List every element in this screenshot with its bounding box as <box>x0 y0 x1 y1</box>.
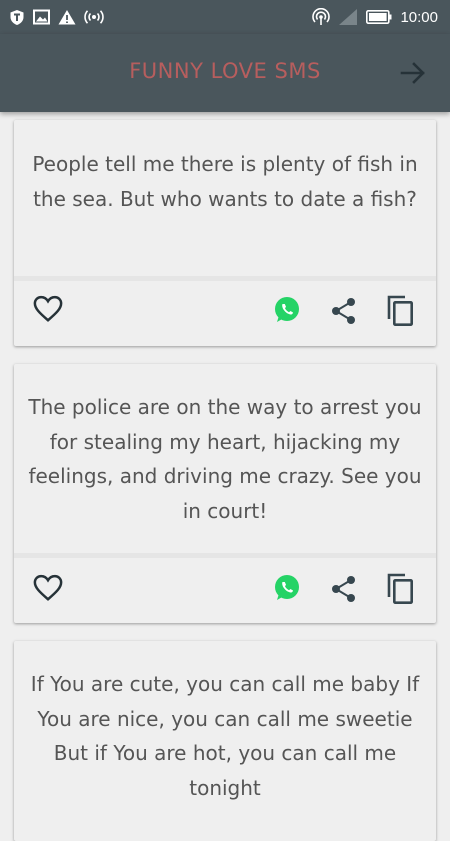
app-bar: FUNNY LOVE SMS <box>0 34 450 112</box>
whatsapp-icon[interactable] <box>272 573 302 603</box>
broadcast-icon <box>84 10 104 24</box>
whatsapp-icon[interactable] <box>272 295 302 325</box>
message-text: If You are cute, you can call me baby If… <box>30 672 420 800</box>
signal-icon <box>339 9 358 25</box>
share-icon[interactable] <box>330 575 358 603</box>
image-icon <box>33 9 50 25</box>
heart-icon[interactable] <box>33 574 63 602</box>
card-actions <box>14 281 436 343</box>
message-text: The police are on the way to arrest you … <box>28 395 422 523</box>
message-card: The police are on the way to arrest you … <box>14 364 436 623</box>
copy-icon[interactable] <box>386 572 414 605</box>
message-card: If You are cute, you can call me baby If… <box>14 641 436 841</box>
card-actions <box>14 558 436 620</box>
warning-icon <box>58 10 76 25</box>
battery-icon <box>366 10 392 24</box>
copy-icon[interactable] <box>386 294 414 327</box>
hotspot-icon <box>312 8 331 25</box>
clock: 10:00 <box>400 8 438 26</box>
shield-icon <box>10 9 24 25</box>
share-icon[interactable] <box>330 297 358 325</box>
message-text: People tell me there is plenty of fish i… <box>32 152 418 211</box>
app-title: FUNNY LOVE SMS <box>129 59 321 83</box>
status-bar: 10:00 <box>0 0 450 34</box>
heart-icon[interactable] <box>33 295 63 323</box>
message-card: People tell me there is plenty of fish i… <box>14 120 436 346</box>
arrow-right-icon[interactable] <box>400 60 426 86</box>
notification-icons <box>9 8 104 26</box>
system-icons: 10:00 <box>312 7 438 27</box>
